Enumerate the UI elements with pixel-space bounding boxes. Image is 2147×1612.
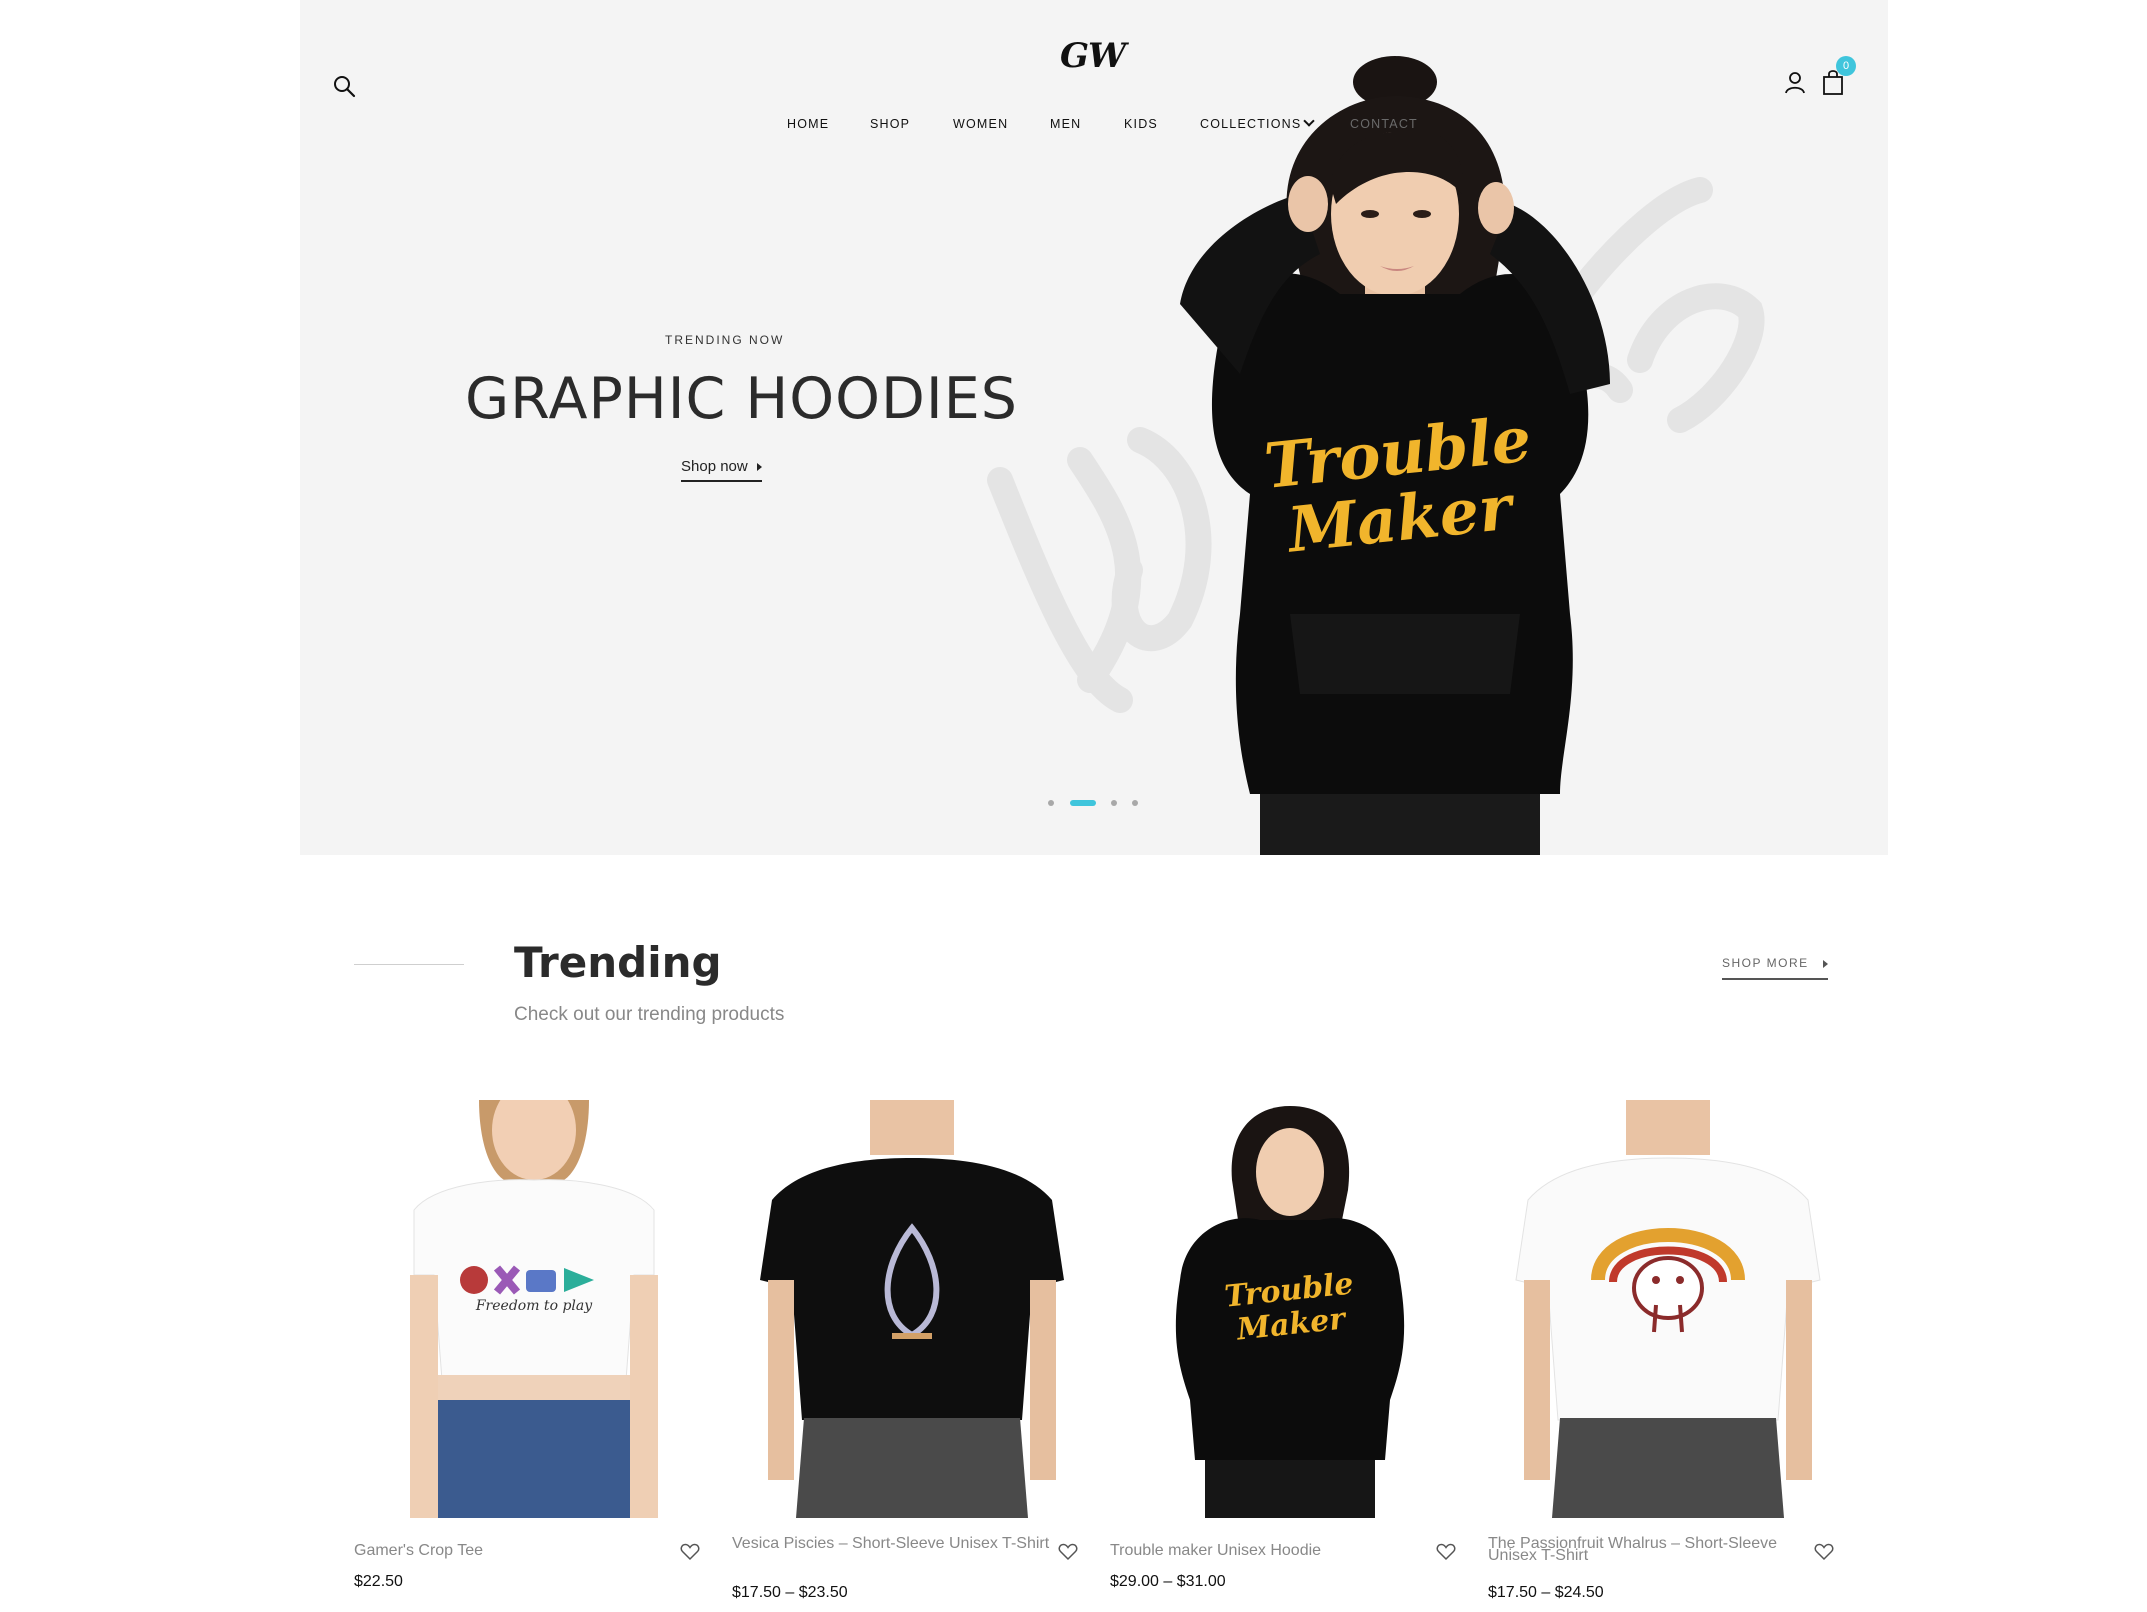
trending-subtitle: Check out our trending products (514, 1004, 785, 1025)
nav-item-men[interactable]: MEN (1050, 117, 1081, 131)
product-image[interactable]: Freedom to play (354, 1100, 714, 1518)
product-price: $22.50 (354, 1573, 403, 1590)
arrow-right-icon (756, 463, 762, 472)
nav-item-collections[interactable]: COLLECTIONS (1200, 115, 1316, 131)
hero-kicker: TRENDING NOW (665, 333, 785, 347)
hero-model-image: Trouble Maker (1180, 56, 1610, 855)
product-price: $17.50 – $24.50 (1488, 1584, 1604, 1601)
heart-icon[interactable] (1814, 1543, 1834, 1561)
product-image[interactable] (732, 1100, 1092, 1518)
hero-cta-label: Shop now (681, 458, 748, 475)
product-price: $29.00 – $31.00 (1110, 1573, 1226, 1590)
hero-title: GRAPHIC HOODIES (465, 366, 1018, 432)
nav-item-home[interactable]: HOME (787, 117, 829, 131)
hero-shop-now-link[interactable]: Shop now (681, 458, 762, 482)
heart-icon[interactable] (1058, 1543, 1078, 1561)
nav-item-collections-label: COLLECTIONS (1200, 117, 1302, 131)
product-name[interactable]: Vesica Piscies – Short-Sleeve Unisex T-S… (732, 1536, 1052, 1552)
nav-item-shop[interactable]: SHOP (870, 117, 910, 131)
slider-dot-2[interactable] (1070, 800, 1096, 806)
product-image[interactable] (1488, 1100, 1848, 1518)
nav-item-women[interactable]: WOMEN (953, 117, 1008, 131)
product-image[interactable]: Trouble Maker (1110, 1100, 1470, 1518)
search-icon[interactable] (332, 74, 356, 98)
nav-item-kids[interactable]: KIDS (1124, 117, 1158, 131)
slider-dot-3[interactable] (1111, 800, 1117, 806)
product-price: $17.50 – $23.50 (732, 1584, 848, 1601)
trending-title: Trending (514, 938, 722, 987)
site-logo[interactable]: GW (1060, 36, 1126, 76)
product-name[interactable]: Trouble maker Unisex Hoodie (1110, 1543, 1430, 1559)
chevron-down-icon (1303, 115, 1316, 127)
section-divider (354, 964, 464, 965)
product-graphic-text: Freedom to play (475, 1298, 593, 1314)
arrow-right-icon (1822, 959, 1828, 968)
product-name[interactable]: The Passionfruit Whalrus – Short-Sleeve … (1488, 1536, 1808, 1564)
shop-more-link[interactable]: SHOP MORE (1722, 956, 1828, 980)
slider-dot-4[interactable] (1132, 800, 1138, 806)
heart-icon[interactable] (1436, 1543, 1456, 1561)
slider-dot-1[interactable] (1048, 800, 1054, 806)
heart-icon[interactable] (680, 1543, 700, 1561)
user-account-icon[interactable] (1783, 70, 1807, 94)
cart-count-badge: 0 (1836, 56, 1856, 76)
nav-item-contact[interactable]: CONTACT (1350, 117, 1418, 131)
shop-more-label: SHOP MORE (1722, 956, 1809, 970)
product-name[interactable]: Gamer's Crop Tee (354, 1543, 674, 1559)
